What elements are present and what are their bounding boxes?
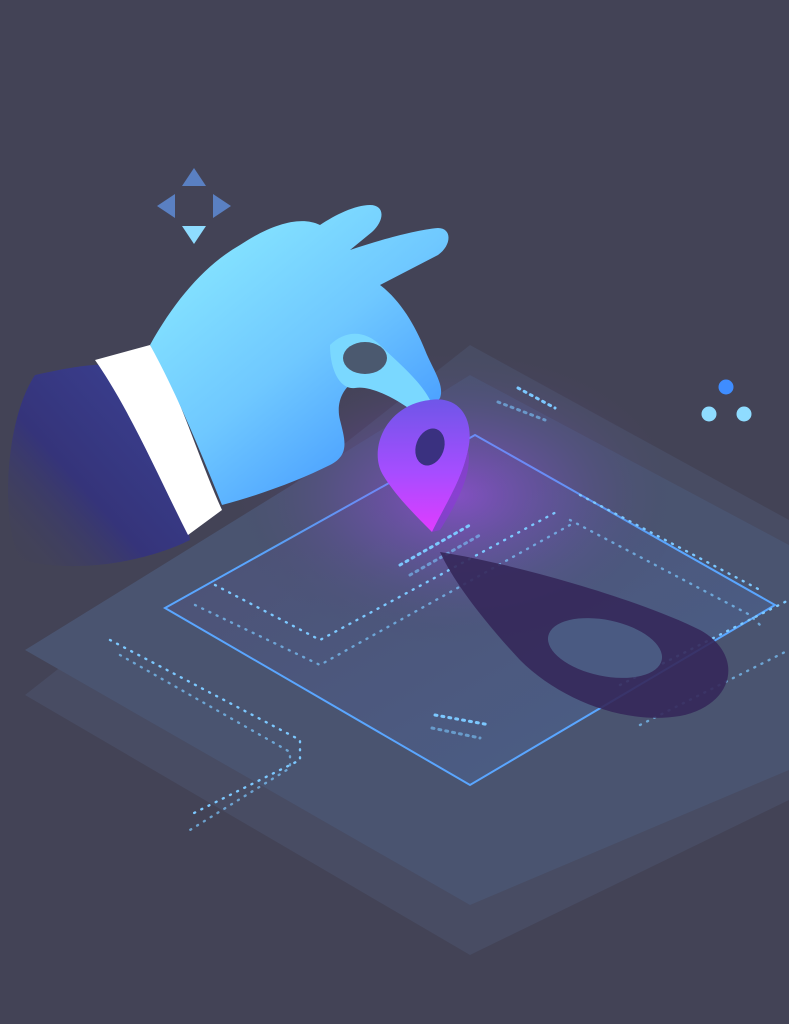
direction-arrows-icon	[157, 168, 231, 244]
finger-gap	[343, 342, 387, 374]
arrow-up-icon	[182, 168, 206, 186]
cluster-dot	[718, 379, 734, 395]
arrow-right-icon	[213, 194, 231, 218]
arrow-down-icon	[182, 226, 206, 244]
cluster-dot	[701, 406, 717, 422]
arrow-left-icon	[157, 194, 175, 218]
cluster-dot	[736, 406, 752, 422]
dot-cluster-icon	[701, 379, 752, 422]
illustration	[8, 168, 789, 955]
